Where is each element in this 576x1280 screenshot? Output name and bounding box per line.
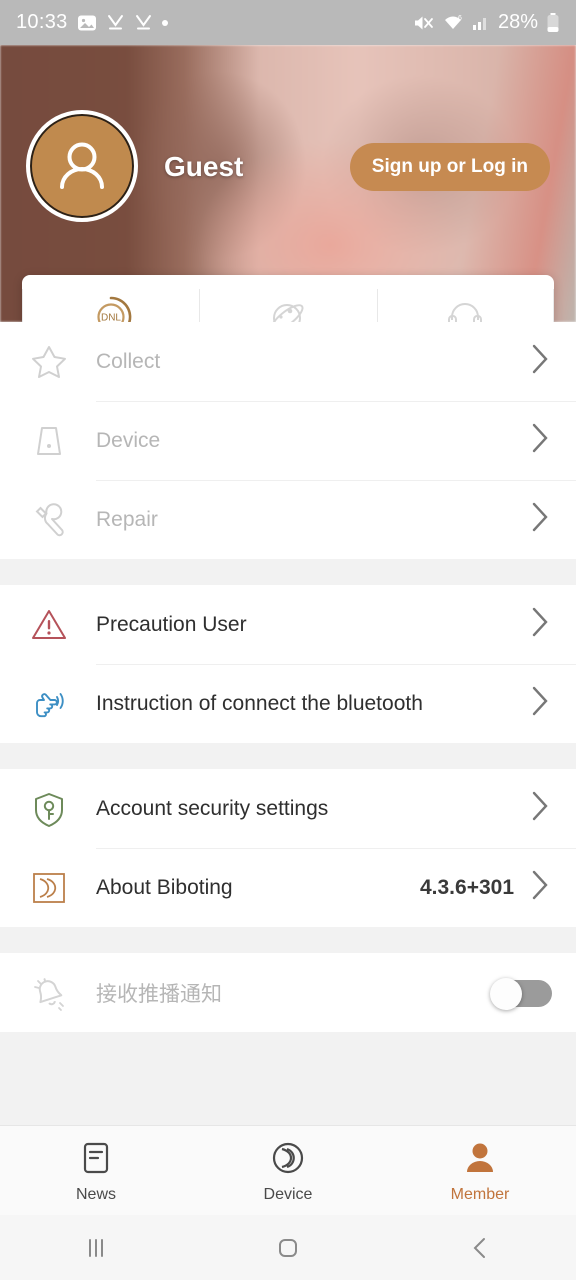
recents-button[interactable] (0, 1233, 192, 1263)
wrench-icon (26, 500, 72, 540)
list-group-help: Precaution User Instruction of connect t… (0, 585, 576, 743)
signup-login-button[interactable]: Sign up or Log in (349, 143, 550, 191)
status-bar: 10:33 6 28% (0, 0, 576, 45)
home-icon (279, 1238, 297, 1257)
home-button[interactable] (192, 1233, 384, 1263)
nav-item-news[interactable]: News (0, 1138, 192, 1204)
warning-triangle-icon (26, 605, 72, 645)
android-navigation-bar (0, 1215, 576, 1280)
list-group-account: Collect Device Repair (0, 322, 576, 559)
chevron-right-icon (528, 867, 552, 908)
battery-icon (547, 12, 559, 32)
mute-icon (414, 16, 433, 29)
list-item-label: Instruction of connect the bluetooth (96, 691, 423, 715)
bottom-navigation: News Device Member (0, 1125, 576, 1215)
news-icon (83, 1142, 109, 1173)
list-item-account-security[interactable]: Account security settings (0, 769, 576, 848)
battery-percent-label: 28% (497, 11, 538, 33)
list-item-bluetooth-instruction[interactable]: Instruction of connect the bluetooth (0, 664, 576, 743)
star-icon (26, 342, 72, 382)
chevron-right-icon (528, 420, 552, 461)
nav-item-label: News (75, 1185, 116, 1203)
headset-icon (448, 302, 483, 322)
person-filled-icon (467, 1143, 493, 1172)
biboting-logo-icon (26, 868, 72, 908)
quick-action-dnl[interactable]: DNL DNL (22, 275, 199, 322)
username-label: Guest (164, 151, 244, 182)
app-screen: 10:33 6 28% Guest Sign up or Log in DNL … (0, 0, 576, 1280)
group-divider (0, 743, 576, 769)
chevron-right-icon (528, 499, 552, 540)
list-item-label: Device (96, 428, 161, 452)
signal-icon (472, 17, 486, 30)
settings-list: Collect Device Repair Precaution User In… (0, 322, 576, 1125)
pointing-hand-signal-icon (26, 684, 72, 724)
list-item-label: 接收推播通知 (96, 982, 222, 1006)
recents-icon (89, 1238, 103, 1257)
header-content: Guest Sign up or Log in (0, 45, 576, 275)
planet-icon (270, 303, 304, 322)
svg-text:6: 6 (458, 15, 462, 22)
list-item-label: Precaution User (96, 612, 247, 636)
photo-icon (77, 15, 96, 30)
status-bar-left: 10:33 (16, 11, 168, 34)
list-item-label: Collect (96, 349, 161, 373)
list-item-label: About Biboting (96, 875, 233, 899)
device-icon (26, 421, 72, 461)
app-version-value: 4.3.6+301 (419, 875, 514, 899)
person-icon (60, 142, 104, 189)
download-check-icon (135, 15, 151, 30)
bell-icon (26, 973, 72, 1013)
toggle-knob (490, 977, 522, 1010)
wifi-icon: 6 (444, 15, 462, 29)
group-divider (0, 559, 576, 585)
group-divider (0, 927, 576, 953)
nav-item-member[interactable]: Member (384, 1138, 576, 1204)
shield-key-icon (26, 789, 72, 829)
list-item-device[interactable]: Device (0, 401, 576, 480)
status-bar-clock: 10:33 (16, 11, 68, 33)
quick-action-service[interactable]: Service (376, 275, 555, 322)
group-divider (0, 1032, 576, 1058)
chevron-right-icon (528, 788, 552, 829)
list-item-about-biboting[interactable]: About Biboting 4.3.6+301 (0, 848, 576, 927)
back-button[interactable] (384, 1233, 576, 1263)
nav-item-label: Member (450, 1185, 510, 1203)
quick-action-activity[interactable]: Activity (199, 275, 376, 322)
push-notification-toggle[interactable] (490, 977, 552, 1010)
status-bar-right: 6 28% (412, 11, 560, 34)
list-item-collect[interactable]: Collect (0, 322, 576, 401)
nav-item-label: Device (263, 1185, 313, 1203)
list-item-repair[interactable]: Repair (0, 480, 576, 559)
nav-item-device[interactable]: Device (192, 1138, 384, 1204)
quick-actions-card: DNL DNL Activity (22, 275, 555, 322)
chevron-right-icon (528, 683, 552, 724)
list-item-label: Account security settings (96, 796, 329, 820)
list-item-precaution-user[interactable]: Precaution User (0, 585, 576, 664)
list-group-about: Account security settings About Biboting… (0, 769, 576, 927)
list-item-push-notifications[interactable]: 接收推播通知 (0, 953, 576, 1032)
chevron-right-icon (528, 341, 552, 382)
svg-text:DNL: DNL (101, 312, 121, 322)
device-logo-icon (272, 1142, 304, 1173)
list-group-notifications: 接收推播通知 (0, 953, 576, 1032)
dnl-logo-icon: DNL (97, 296, 131, 322)
avatar[interactable] (26, 110, 138, 222)
download-check-icon (107, 15, 123, 30)
list-item-label: Repair (96, 507, 158, 531)
chevron-right-icon (528, 604, 552, 645)
back-icon (473, 1237, 485, 1258)
dot-icon (161, 19, 168, 26)
profile-header: Guest Sign up or Log in DNL DNL (0, 45, 576, 322)
